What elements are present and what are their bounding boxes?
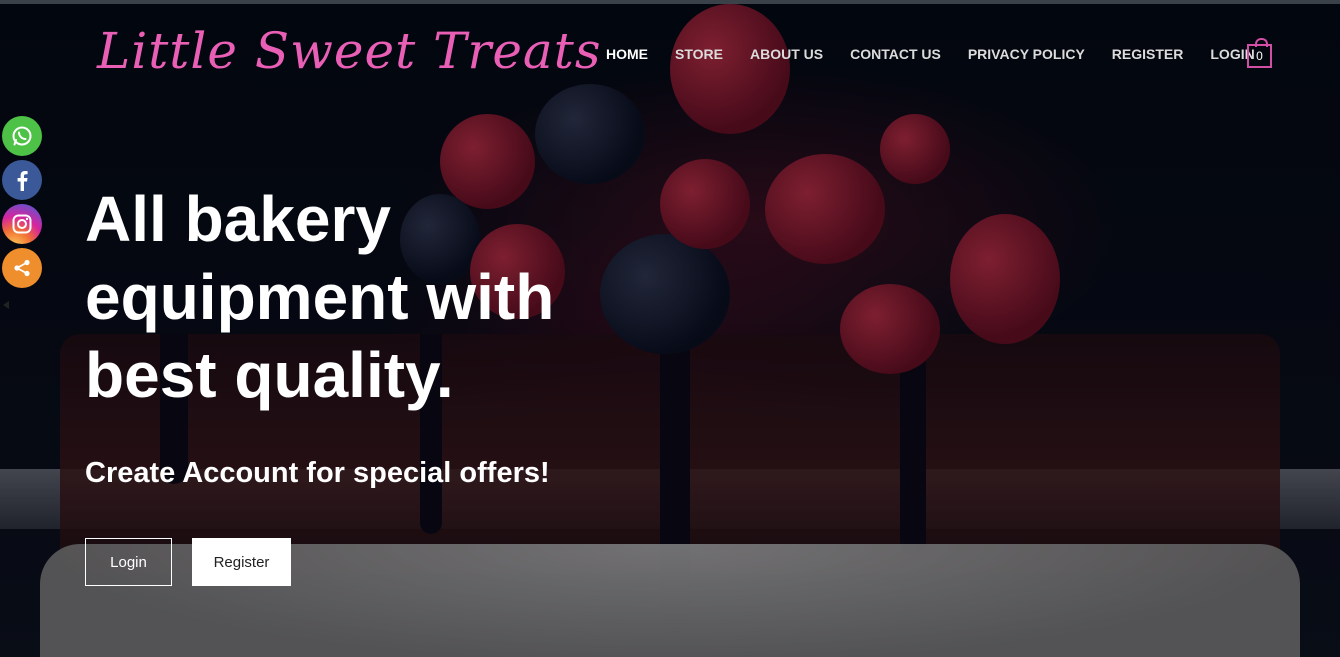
facebook-icon[interactable] xyxy=(2,160,42,200)
whatsapp-icon[interactable] xyxy=(2,116,42,156)
hero-subheadline: Create Account for special offers! xyxy=(85,457,550,489)
hero-headline: All bakery equipment with best quality. xyxy=(85,183,555,411)
register-button[interactable]: Register xyxy=(192,538,291,586)
nav-home[interactable]: HOME xyxy=(606,46,648,62)
instagram-icon[interactable] xyxy=(2,204,42,244)
shopping-bag-icon xyxy=(1255,38,1268,47)
nav-store[interactable]: STORE xyxy=(675,46,723,62)
share-icon[interactable] xyxy=(2,248,42,288)
nav-contact-us[interactable]: CONTACT US xyxy=(850,46,941,62)
cart-button[interactable]: 0 xyxy=(1247,38,1272,68)
nav-about-us[interactable]: ABOUT US xyxy=(750,46,823,62)
login-button[interactable]: Login xyxy=(85,538,172,586)
nav-privacy-policy[interactable]: PRIVACY POLICY xyxy=(968,46,1085,62)
cart-count: 0 xyxy=(1256,49,1263,63)
nav-register[interactable]: REGISTER xyxy=(1112,46,1184,62)
collapse-arrow-icon[interactable] xyxy=(3,301,9,309)
site-logo[interactable]: Little Sweet Treats xyxy=(97,22,601,80)
main-nav: HOME STORE ABOUT US CONTACT US PRIVACY P… xyxy=(606,46,1282,62)
